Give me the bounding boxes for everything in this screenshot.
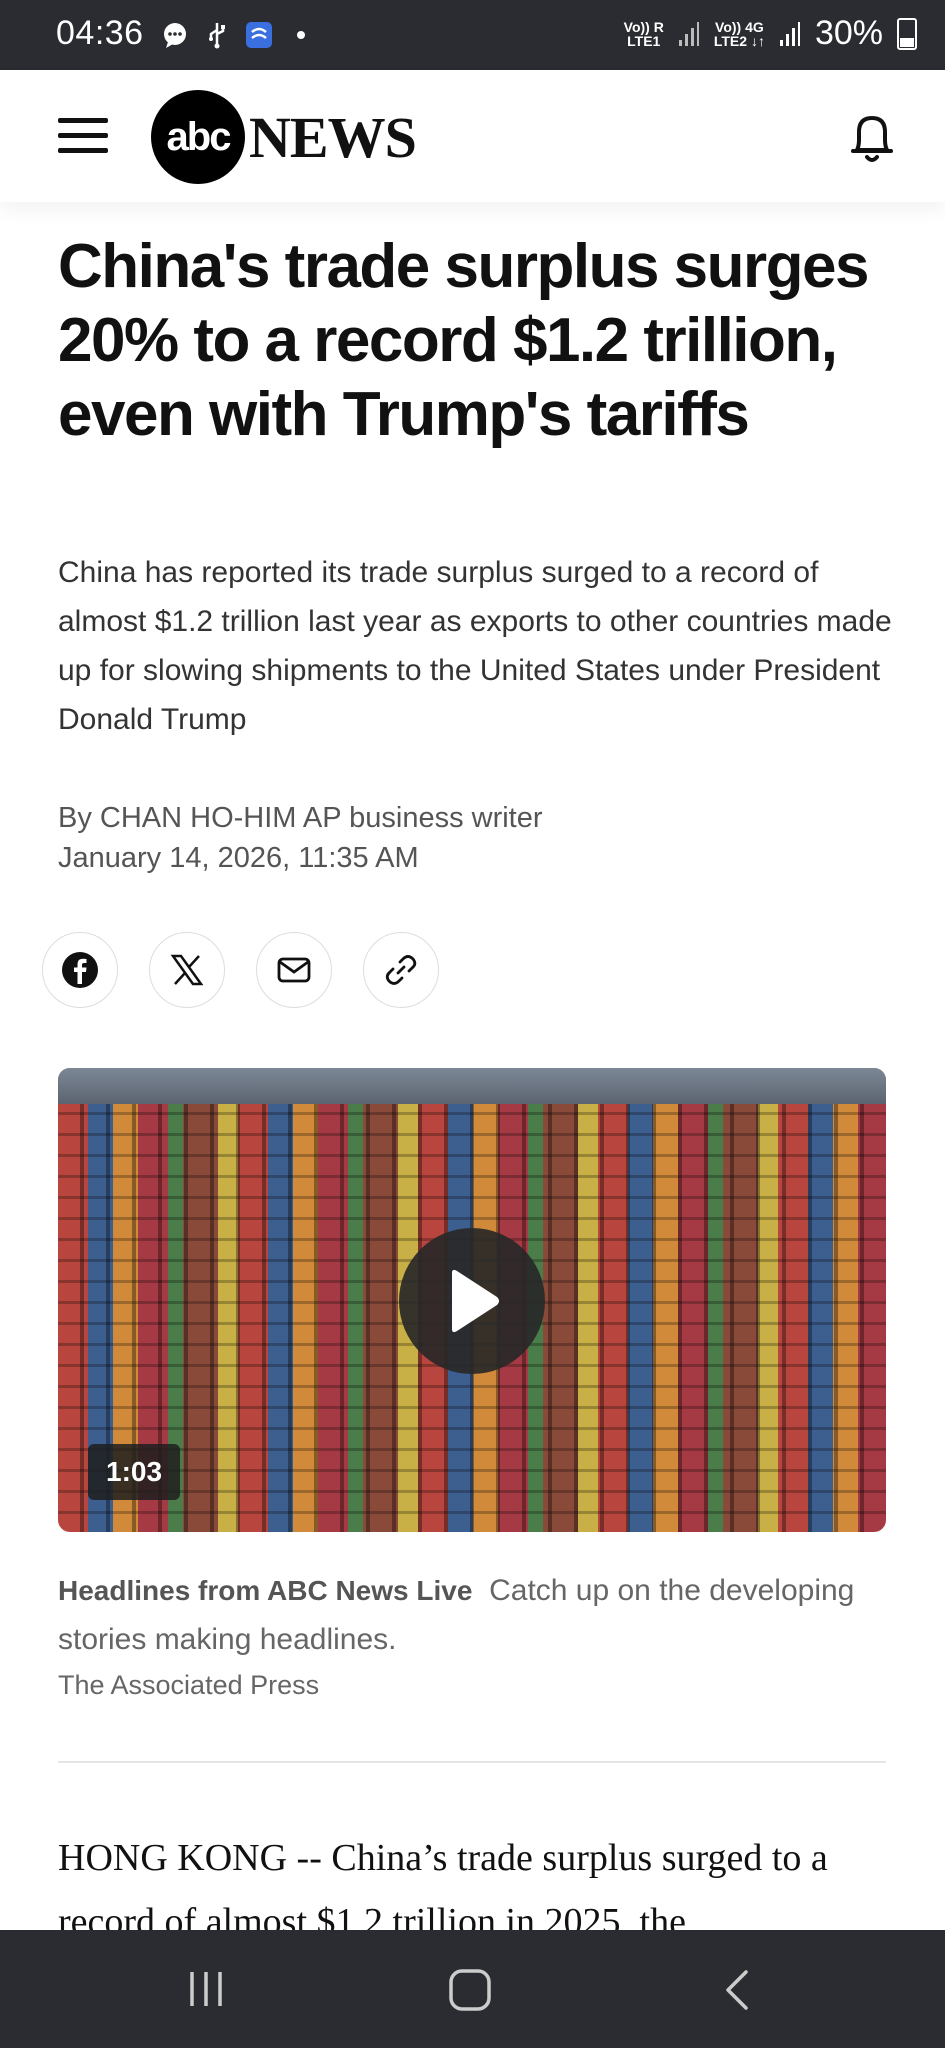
home-icon[interactable] xyxy=(448,1968,492,2012)
recents-icon[interactable] xyxy=(186,1968,226,2010)
signal-icon-2 xyxy=(779,21,800,46)
video-thumbnail-sky xyxy=(58,1068,886,1104)
email-icon xyxy=(277,957,311,983)
share-facebook-button[interactable] xyxy=(42,932,118,1008)
status-bar: 04:36 Vo)) R LTE1 Vo)) 4G LTE2 ↓↑ 30% xyxy=(0,0,945,70)
share-link-button[interactable] xyxy=(363,932,439,1008)
battery-percent: 30% xyxy=(814,14,883,52)
abc-news-logo[interactable]: abc NEWS xyxy=(151,90,417,184)
video-duration: 1:03 xyxy=(88,1444,181,1500)
system-nav-bar xyxy=(0,1930,945,2048)
status-right: Vo)) R LTE1 Vo)) 4G LTE2 ↓↑ 30% xyxy=(624,14,917,53)
divider xyxy=(58,1761,886,1763)
back-icon[interactable] xyxy=(722,1968,752,2012)
bell-icon[interactable] xyxy=(847,110,897,168)
share-email-button[interactable] xyxy=(256,932,332,1008)
facebook-icon xyxy=(62,952,98,988)
caption-title: Headlines from ABC News Live xyxy=(58,1575,473,1606)
chat-icon xyxy=(164,23,186,48)
hamburger-menu-icon[interactable] xyxy=(58,118,108,154)
x-icon xyxy=(170,954,204,986)
byline-author: By CHAN HO-HIM AP business writer xyxy=(58,802,543,834)
status-time: 04:36 xyxy=(56,14,144,52)
network-lte1: Vo)) R LTE1 xyxy=(623,18,664,49)
video-caption: Headlines from ABC News Live Catch up on… xyxy=(58,1566,898,1664)
play-icon xyxy=(452,1269,499,1333)
link-icon xyxy=(385,955,417,985)
article-dek: China has reported its trade surplus sur… xyxy=(58,556,892,736)
notification-icons xyxy=(160,20,316,50)
battery-icon xyxy=(897,17,917,50)
play-button[interactable] xyxy=(399,1228,545,1374)
signal-icon xyxy=(678,21,699,46)
usb-icon xyxy=(209,23,225,49)
article-headline: China's trade surplus surges 20% to a re… xyxy=(58,232,870,449)
logo-news: NEWS xyxy=(249,104,417,170)
logo-abc: abc xyxy=(151,90,245,184)
share-x-button[interactable] xyxy=(149,932,225,1008)
byline-date: January 14, 2026, 11:35 AM xyxy=(58,842,419,874)
share-bar xyxy=(42,932,439,1008)
network-lte2: Vo)) 4G LTE2 ↓↑ xyxy=(713,18,765,49)
article-byline: By CHAN HO-HIM AP business writer Januar… xyxy=(58,798,543,878)
dot-icon xyxy=(297,31,305,39)
site-header: abc NEWS xyxy=(0,70,945,202)
app-icon xyxy=(246,22,272,48)
video-player[interactable]: 1:03 xyxy=(58,1068,886,1532)
video-credit: The Associated Press xyxy=(58,1670,320,1700)
